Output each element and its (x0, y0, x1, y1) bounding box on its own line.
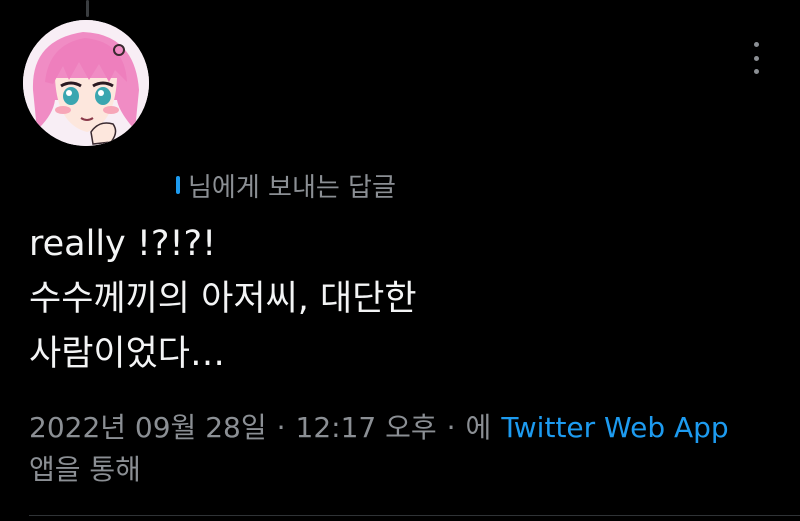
via-prefix: 에 (465, 411, 492, 444)
more-vertical-icon-dot (753, 42, 759, 47)
more-vertical-icon-dot (753, 55, 759, 61)
thread-connector-line (86, 0, 89, 17)
via-suffix: 앱을 통해 (29, 453, 141, 486)
reply-context-label: 님에게 보내는 답글 (188, 172, 396, 203)
reply-mention-link[interactable] (176, 176, 180, 194)
tweet-date[interactable]: 2022년 09월 28일 (29, 407, 267, 449)
reply-context: 님에게 보내는 답글 (176, 168, 396, 203)
more-vertical-icon-dot (753, 69, 759, 74)
more-options-button[interactable] (747, 40, 765, 76)
source-app-link[interactable]: Twitter Web App (501, 407, 728, 449)
tweet-time[interactable]: 12:17 오후 (296, 407, 437, 449)
divider (29, 515, 800, 516)
tweet-body: really !?!?! 수수께끼의 아저씨, 대단한 사람이었다… (29, 217, 769, 382)
user-avatar[interactable] (23, 20, 149, 146)
tweet-text-line: 수수께끼의 아저씨, 대단한 (29, 279, 417, 319)
tweet-text-line: really !?!?! (29, 224, 217, 264)
anime-avatar-icon (23, 20, 149, 146)
tweet-text-line: 사람이었다… (29, 334, 226, 374)
meta-separator: · (446, 411, 456, 444)
meta-separator: · (276, 411, 286, 444)
tweet-metadata: 2022년 09월 28일 · 12:17 오후 · 에 Twitter Web… (29, 407, 789, 491)
